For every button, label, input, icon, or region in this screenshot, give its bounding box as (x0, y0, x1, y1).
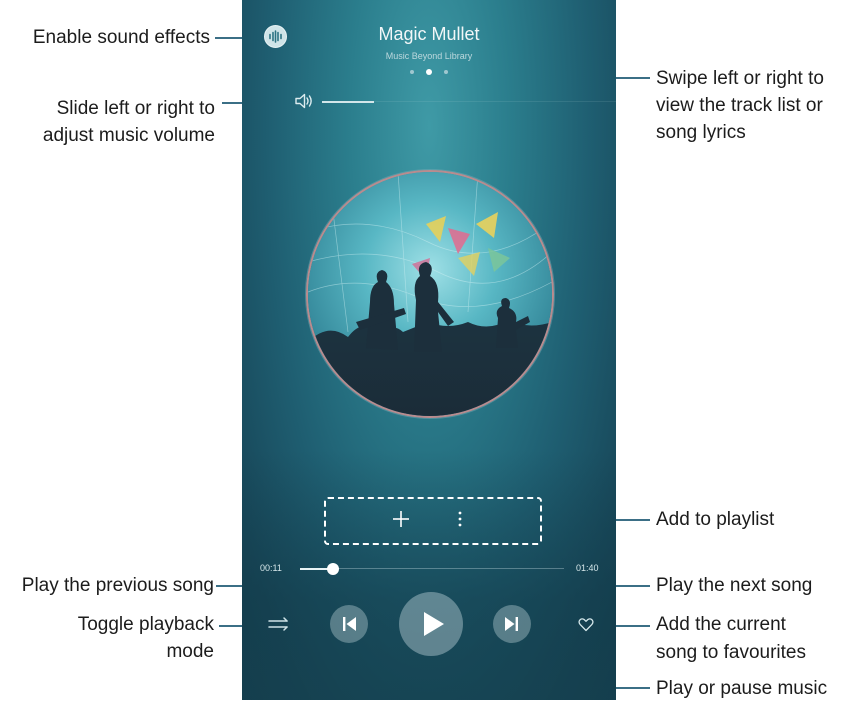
next-icon (505, 617, 518, 631)
total-duration: 01:40 (576, 563, 599, 573)
page-dot-active (426, 69, 432, 75)
add-icon[interactable] (391, 509, 411, 529)
previous-button[interactable] (330, 605, 368, 643)
callout-fav-line2: song to favourites (656, 642, 806, 663)
volume-slider[interactable] (322, 101, 374, 103)
callout-volume-line1: Slide left or right to (56, 98, 215, 119)
playlist-actions-highlight (324, 497, 542, 545)
album-art (306, 170, 554, 418)
playback-mode-icon[interactable] (267, 616, 291, 632)
callout-swipe-line3: song lyrics (656, 122, 746, 143)
callout-toggle-line1: Toggle playback (77, 614, 214, 635)
music-player-screen: Magic Mullet Music Beyond Library 00:11 … (242, 0, 616, 700)
callout-volume-line2: adjust music volume (42, 125, 215, 146)
callout-next-song: Play the next song (656, 575, 813, 596)
play-icon (424, 612, 444, 636)
callout-add-playlist: Add to playlist (656, 509, 775, 530)
page-indicator[interactable] (242, 69, 616, 75)
volume-slider-track (374, 101, 616, 102)
callout-play-pause: Play or pause music (656, 678, 828, 699)
page-dot (444, 70, 448, 74)
callout-sound-effects: Enable sound effects (32, 27, 210, 48)
bottom-shade (242, 450, 616, 700)
seek-handle[interactable] (327, 563, 339, 575)
track-title: Magic Mullet (378, 24, 480, 44)
callout-swipe-line2: view the track list or (656, 95, 823, 116)
callout-fav-line1: Add the current (656, 614, 786, 635)
callout-swipe-line1: Swipe left or right to (656, 68, 824, 89)
next-button[interactable] (493, 605, 531, 643)
callout-toggle-line2: mode (166, 641, 214, 662)
volume-icon (295, 93, 312, 109)
previous-icon (343, 617, 356, 631)
play-button[interactable] (399, 592, 463, 656)
page-dot (410, 70, 414, 74)
seek-track (334, 568, 564, 569)
track-subtitle: Music Beyond Library (385, 51, 473, 61)
heart-icon[interactable] (578, 617, 594, 632)
callout-prev-song: Play the previous song (21, 575, 214, 596)
more-icon[interactable] (457, 509, 463, 529)
elapsed-time: 00:11 (260, 563, 282, 573)
